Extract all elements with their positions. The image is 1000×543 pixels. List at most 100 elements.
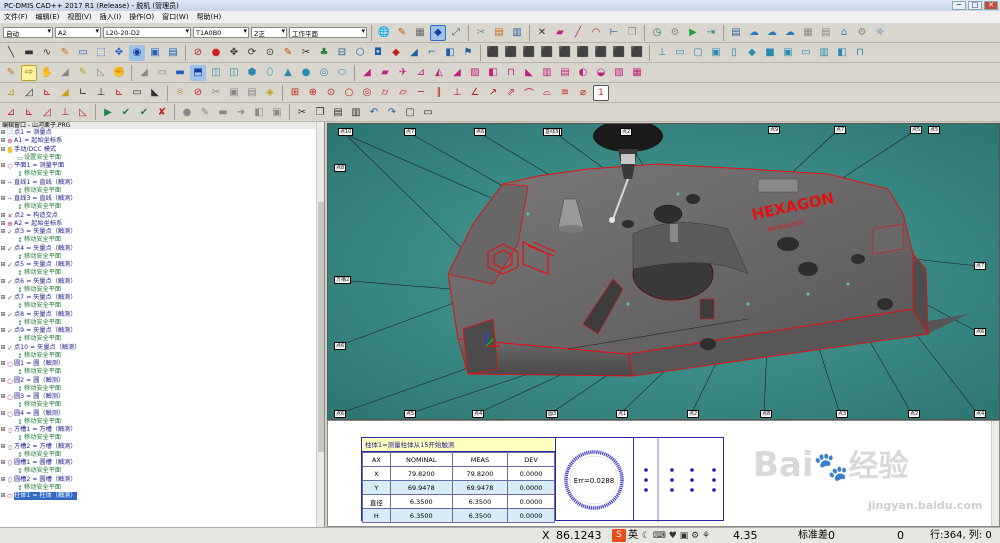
feature-label[interactable]: 点9	[768, 126, 781, 134]
feature-label[interactable]: 点8	[760, 410, 773, 418]
paint-icon[interactable]: ◧	[834, 45, 850, 61]
window-frame-icon[interactable]: ▢	[402, 104, 418, 120]
wrench-icon[interactable]: ✂	[298, 45, 314, 61]
tree-item[interactable]: ↕ 移动安全平面	[0, 451, 324, 459]
fit-icon[interactable]: ▣	[147, 45, 163, 61]
cube-icon[interactable]: ⬡	[352, 45, 368, 61]
point-tool-icon[interactable]: ✎	[3, 65, 19, 81]
tree-item[interactable]: ⊞ ⊕ A2 = 起始坐标系	[0, 220, 324, 228]
tree-item[interactable]: ↕ 移动安全平面	[0, 170, 324, 178]
feature-label[interactable]: 圆3	[546, 410, 559, 418]
feature-label[interactable]: 点1	[616, 410, 629, 418]
panel-icon[interactable]: ▥	[816, 45, 832, 61]
home-icon[interactable]: ⌂	[836, 25, 852, 41]
dim-angle-icon[interactable]: ∠	[467, 85, 483, 101]
ime-s-icon[interactable]: S	[612, 529, 626, 542]
layer-icon[interactable]: ▭	[75, 45, 91, 61]
curve-icon[interactable]: ∿	[39, 45, 55, 61]
menu-operation[interactable]: 操作(O)	[129, 12, 154, 22]
feature-label[interactable]: 点8	[334, 164, 347, 172]
paste-icon[interactable]: ▤	[330, 104, 346, 120]
tree-item[interactable]: ⊞ ─ 直线1 = 直线（触测）	[0, 179, 324, 187]
csys-5-icon[interactable]: ◺	[75, 104, 91, 120]
auto-tool-icon[interactable]: ✎	[75, 65, 91, 81]
dimension-icon[interactable]: ⊢	[606, 25, 622, 41]
tree-item[interactable]: ↕ 移动安全平面	[0, 187, 324, 195]
tree-item[interactable]: ⊞ ✓ 点6 = 矢量点（触测）	[0, 278, 324, 286]
zoom-window-icon[interactable]: ⬚	[93, 45, 109, 61]
tree-item[interactable]: ↕ 移动安全平面	[0, 253, 324, 261]
dim-surface-icon[interactable]: ⌓	[539, 85, 555, 101]
feature-label[interactable]: 点7	[974, 262, 987, 270]
close-button[interactable]: ✕	[984, 1, 998, 10]
ime-lang[interactable]: 英	[628, 529, 638, 543]
menu-insert[interactable]: 插入(I)	[100, 12, 122, 22]
tree-item[interactable]: ▭ 设置安全平面	[0, 154, 324, 162]
cube-view-4-icon[interactable]: ⬛	[539, 45, 555, 61]
step-icon[interactable]: ⇥	[703, 25, 719, 41]
window-new-icon[interactable]: ▭	[420, 104, 436, 120]
tree-item[interactable]: ⊞ ▯ 方槽1 = 方槽（触测）	[0, 426, 324, 434]
align-8-icon[interactable]: ▭	[129, 85, 145, 101]
torus-feature-icon[interactable]: ◎	[316, 65, 332, 81]
tree-scrollbar[interactable]	[316, 122, 324, 527]
settings-icon[interactable]: ⚙	[667, 25, 683, 41]
tree-item[interactable]: ⊞ ○ 圆2 = 圆（触测）	[0, 377, 324, 385]
redo-icon[interactable]: ↷	[384, 104, 400, 120]
eraser-icon[interactable]: ◆	[744, 45, 760, 61]
file-icon[interactable]: ▥	[509, 25, 525, 41]
tree-item[interactable]: ⊞ ✕ 点2 = 构造交点	[0, 212, 324, 220]
maximize-button[interactable]: □	[968, 1, 982, 10]
polygon-feature-icon[interactable]: ⬢	[244, 65, 260, 81]
align-2-icon[interactable]: ◿	[21, 85, 37, 101]
probe-icon[interactable]: ✎	[280, 45, 296, 61]
cube-view-9-icon[interactable]: ⬛	[629, 45, 645, 61]
sphere-feature-icon[interactable]: ●	[298, 65, 314, 81]
minimize-button[interactable]: ─	[952, 1, 966, 10]
key-icon[interactable]: ⌐	[424, 45, 440, 61]
ime-toolbar-icons[interactable]: ☾ ⌨ ♥ ▣ ⚙ ⚘	[642, 529, 710, 543]
tree-item[interactable]: ↕ 移动安全平面	[0, 385, 324, 393]
sphere-red-icon[interactable]: ●	[208, 45, 224, 61]
graph-icon[interactable]: ◢	[406, 45, 422, 61]
feature-label[interactable]: 直线3	[543, 128, 561, 136]
undo-icon[interactable]: ↶	[366, 104, 382, 120]
tree-item[interactable]: ⊞ ▯ 方槽2 = 方槽（触测）	[0, 443, 324, 451]
rect-grey-icon[interactable]: ▬	[215, 104, 231, 120]
menu-help[interactable]: 帮助(H)	[197, 12, 222, 22]
edge-tool-icon[interactable]: ◢	[57, 65, 73, 81]
report-scrollbar[interactable]	[991, 421, 999, 526]
dim-parallel-icon[interactable]: ∥	[431, 85, 447, 101]
tree-item[interactable]: ⊞ ⬯ 圆槽2 = 圆槽（触测）	[0, 476, 324, 484]
file-export-icon[interactable]: ▤	[491, 25, 507, 41]
dim-cylindricity-icon[interactable]: ⌭	[377, 85, 393, 101]
check-icon[interactable]: ✔	[118, 104, 134, 120]
grab-tool-icon[interactable]: ✊	[111, 65, 127, 81]
box-grey-icon[interactable]: ▣	[269, 104, 285, 120]
cone-feature-icon[interactable]: ▲	[280, 65, 296, 81]
delete-icon[interactable]: ▥	[348, 104, 364, 120]
ellipse-feature-icon[interactable]: ◫	[208, 65, 224, 81]
wrench-tool-icon[interactable]: ✂	[208, 85, 224, 101]
window-icon[interactable]: ▢	[690, 45, 706, 61]
gear-icon[interactable]: ⚙	[854, 25, 870, 41]
dim-flatness-icon[interactable]: ▱	[395, 85, 411, 101]
menu-file[interactable]: 文件(F)	[4, 12, 28, 22]
tree-item[interactable]: ⊞ ✓ 点3 = 矢量点（触测）	[0, 228, 324, 236]
stop-icon[interactable]: ⊘	[190, 85, 206, 101]
menu-edit[interactable]: 编辑(E)	[36, 12, 60, 22]
construct-15-icon[interactable]: ▧	[611, 65, 627, 81]
feature-label[interactable]: 点2	[908, 410, 921, 418]
feature-label[interactable]: 点2	[620, 128, 633, 136]
tree-item[interactable]: ↕ 移动安全平面	[0, 484, 324, 492]
construct-9-icon[interactable]: ⊓	[503, 65, 519, 81]
dim-concentric-icon[interactable]: ◎	[359, 85, 375, 101]
cad-viewport[interactable]: HEXAGON METROLOGY 点10 点7 点6 点3 直线3 点2 点7 点5 方槽2 点…	[327, 123, 1000, 420]
construct-13-icon[interactable]: ◐	[575, 65, 591, 81]
align-4-icon[interactable]: ◢	[57, 85, 73, 101]
construct-8-icon[interactable]: ◧	[485, 65, 501, 81]
align-7-icon[interactable]: ⊾	[111, 85, 127, 101]
no-entry-icon[interactable]: ⊘	[190, 45, 206, 61]
layers-grey-icon[interactable]: ◧	[251, 104, 267, 120]
feature-label[interactable]: 点7	[404, 128, 417, 136]
